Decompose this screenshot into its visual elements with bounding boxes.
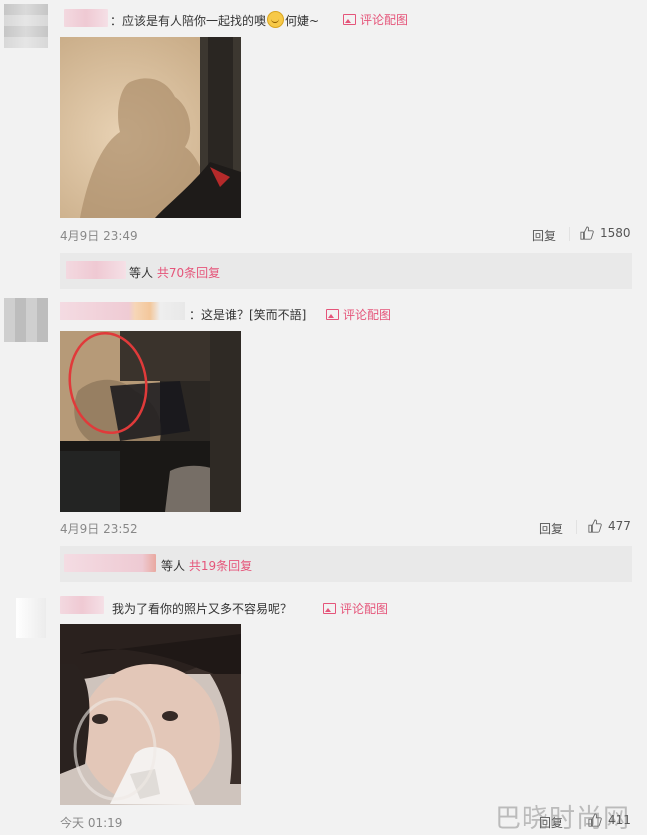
like-count: 477 (608, 519, 631, 533)
divider (576, 520, 577, 534)
avatar[interactable] (16, 598, 46, 638)
comment-image-link[interactable]: 评论配图 (343, 11, 408, 28)
thumbs-up-icon (580, 226, 594, 240)
reply-summary-text: 等人 共70条回复 (129, 266, 221, 280)
avatar[interactable] (4, 298, 48, 342)
like-button[interactable]: 1580 (580, 226, 631, 240)
like-count: 1580 (600, 226, 631, 240)
comment-text: 我为了看你的照片又多不容易呢？ (112, 602, 293, 616)
username-blurred[interactable] (64, 9, 108, 27)
username-blurred[interactable] (60, 302, 185, 320)
timestamp: 4月9日 23:52 (60, 522, 138, 536)
comment-image-link[interactable]: 评论配图 (326, 306, 391, 323)
comment-image-link[interactable]: 评论配图 (323, 600, 388, 617)
reply-summary-text: 等人 共19条回复 (161, 559, 253, 573)
reply-count-link[interactable]: 共70条回复 (157, 266, 220, 280)
comment-text: ：这是谁？[笑而不語] (189, 308, 307, 322)
site-watermark: 巴晓时尚网 (495, 804, 631, 834)
image-icon (326, 309, 339, 320)
smile-emoji-icon (267, 11, 285, 28)
comment-photo[interactable] (60, 624, 241, 805)
reply-count-link[interactable]: 共19条回复 (189, 559, 252, 573)
reply-button[interactable]: 回复 (539, 520, 563, 537)
like-button[interactable]: 477 (588, 519, 631, 533)
reply-button[interactable]: 回复 (532, 227, 556, 244)
username-blurred[interactable] (60, 596, 104, 614)
avatar[interactable] (4, 4, 48, 48)
timestamp: 今天 01:19 (60, 816, 123, 830)
timestamp: 4月9日 23:49 (60, 229, 138, 243)
thumbs-up-icon (588, 519, 602, 533)
reply-username-blurred[interactable] (66, 261, 126, 279)
comment-text: ：应该是有人陪你一起找的噢 何婕~ (110, 11, 319, 29)
comment-photo[interactable] (60, 331, 241, 512)
comment-photo[interactable] (60, 37, 241, 218)
reply-username-blurred[interactable] (64, 554, 156, 572)
divider (569, 227, 570, 241)
image-icon (343, 14, 356, 25)
image-icon (323, 603, 336, 614)
